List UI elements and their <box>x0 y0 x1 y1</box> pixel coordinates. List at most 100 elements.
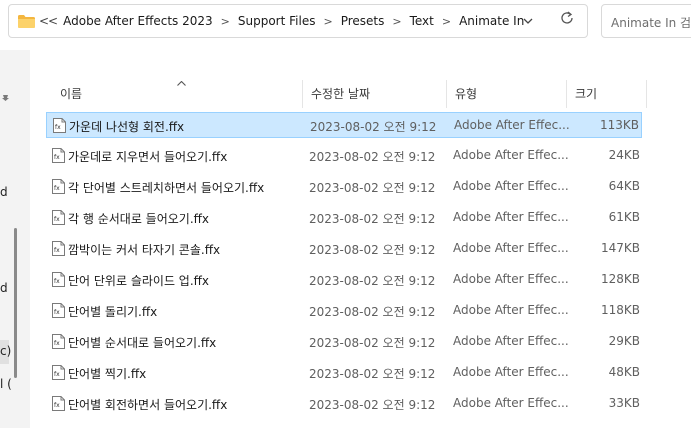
breadcrumb-item[interactable]: Support Files <box>238 14 316 28</box>
file-type: Adobe After Effec... <box>453 241 569 255</box>
breadcrumb-separator[interactable]: > <box>392 15 401 28</box>
column-headers: 이름 수정한 날짜 유형 크기 <box>30 80 691 108</box>
file-name: 단어별 돌리기.ffx <box>68 305 158 319</box>
file-row[interactable]: fx 각 단어별 스트레치하면서 들어오기.ffx 2023-08-02 오전 9:… <box>46 174 642 200</box>
search-input[interactable]: Animate In 검색 <box>601 4 691 38</box>
svg-text:fx: fx <box>55 124 61 131</box>
file-type: Adobe After Effec... <box>453 272 569 286</box>
svg-text:fx: fx <box>54 154 60 161</box>
column-header-date[interactable]: 수정한 날짜 <box>303 80 447 108</box>
file-row[interactable]: fx 단어별 회전하면서 들어오기.ffx 2023-08-02 오전 9:12 Ad… <box>46 391 642 417</box>
refresh-icon[interactable] <box>560 11 574 25</box>
file-name: 깜박이는 커서 타자기 콘솔.ffx <box>68 243 221 257</box>
file-date: 2023-08-02 오전 9:12 <box>309 367 436 381</box>
ffx-file-icon: fx <box>52 210 65 225</box>
svg-text:fx: fx <box>54 309 60 316</box>
ffx-file-icon: fx <box>52 303 65 318</box>
file-size: 128KB <box>600 272 640 286</box>
file-name: 단어별 회전하면서 들어오기.ffx <box>68 398 228 412</box>
file-row[interactable]: fx 단어별 돌리기.ffx 2023-08-02 오전 9:12 Adobe Aft… <box>46 298 642 324</box>
file-date: 2023-08-02 오전 9:12 <box>309 274 436 288</box>
file-type: Adobe After Effec... <box>453 396 569 410</box>
ffx-file-icon: fx <box>52 272 65 287</box>
file-name: 가운데 나선형 회전.ffx <box>69 120 185 134</box>
svg-text:fx: fx <box>54 185 60 192</box>
file-type: Adobe After Effec... <box>453 179 569 193</box>
pane-divider <box>18 50 30 428</box>
nav-item-label[interactable]: d <box>0 185 8 199</box>
file-type: Adobe After Effec... <box>453 210 569 224</box>
file-size: 33KB <box>608 396 640 410</box>
svg-text:fx: fx <box>54 216 60 223</box>
file-list: 이름 수정한 날짜 유형 크기 fx 가운데 나선형 회전.ffx 2023-08-… <box>30 50 691 428</box>
ffx-file-icon: fx <box>52 179 65 194</box>
file-type: Adobe After Effec... <box>453 148 569 162</box>
file-name: 단어별 순서대로 들어오기.ffx <box>68 336 217 350</box>
breadcrumb-item[interactable]: Presets <box>341 14 385 28</box>
ffx-file-icon: fx <box>52 365 65 380</box>
file-date: 2023-08-02 오전 9:12 <box>309 398 436 412</box>
breadcrumb-item[interactable]: Text <box>410 14 434 28</box>
navigation-pane: d d c) l ( <box>0 50 18 428</box>
file-type: Adobe After Effec... <box>453 334 569 348</box>
file-row[interactable]: fx 단어 단위로 슬라이드 업.ffx 2023-08-02 오전 9:12 Ado… <box>46 267 642 293</box>
ffx-file-icon: fx <box>53 118 66 133</box>
ffx-file-icon: fx <box>52 241 65 256</box>
file-name: 각 단어별 스트레치하면서 들어오기.ffx <box>68 181 265 195</box>
breadcrumb-overflow-button[interactable]: << <box>39 14 58 28</box>
file-row[interactable]: fx 단어별 찍기.ffx 2023-08-02 오전 9:12 Adobe Afte… <box>46 360 642 386</box>
svg-text:fx: fx <box>54 247 60 254</box>
file-size: 61KB <box>608 210 640 224</box>
file-name: 단어별 찍기.ffx <box>68 367 147 381</box>
column-header-size[interactable]: 크기 <box>567 80 647 108</box>
breadcrumb-separator[interactable]: > <box>442 15 451 28</box>
file-date: 2023-08-02 오전 9:12 <box>309 243 436 257</box>
pin-icon[interactable] <box>1 94 10 103</box>
svg-text:fx: fx <box>54 278 60 285</box>
file-type: Adobe After Effec... <box>454 118 570 132</box>
search-placeholder: Animate In 검색 <box>611 16 691 30</box>
file-size: 29KB <box>608 334 640 348</box>
column-header-type[interactable]: 유형 <box>447 80 567 108</box>
breadcrumb-separator[interactable]: > <box>323 15 332 28</box>
file-row[interactable]: fx 단어별 순서대로 들어오기.ffx 2023-08-02 오전 9:12 Ado… <box>46 329 642 355</box>
breadcrumb-item-current[interactable]: Animate In <box>459 14 524 28</box>
ffx-file-icon: fx <box>52 396 65 411</box>
file-date: 2023-08-02 오전 9:12 <box>309 336 436 350</box>
file-size: 147KB <box>600 241 640 255</box>
file-size: 64KB <box>608 179 640 193</box>
file-date: 2023-08-02 오전 9:12 <box>310 120 437 134</box>
svg-text:fx: fx <box>54 340 60 347</box>
file-type: Adobe After Effec... <box>453 303 569 317</box>
file-row[interactable]: fx 가운데로 지우면서 들어오기.ffx 2023-08-02 오전 9:12 Ad… <box>46 143 642 169</box>
folder-icon <box>18 15 35 28</box>
nav-scrollbar[interactable] <box>14 228 17 378</box>
nav-item-label[interactable]: c) <box>0 344 11 358</box>
column-header-name[interactable]: 이름 <box>52 80 303 108</box>
file-date: 2023-08-02 오전 9:12 <box>309 181 436 195</box>
svg-text:fx: fx <box>54 371 60 378</box>
file-name: 단어 단위로 슬라이드 업.ffx <box>68 274 210 288</box>
chevron-down-icon[interactable] <box>523 18 533 25</box>
svg-text:fx: fx <box>54 402 60 409</box>
nav-item-label[interactable]: d <box>0 281 8 295</box>
nav-item-label[interactable]: l ( <box>0 377 12 391</box>
file-row[interactable]: fx 각 행 순서대로 들어오기.ffx 2023-08-02 오전 9:12 Ado… <box>46 205 642 231</box>
breadcrumb-item[interactable]: Adobe After Effects 2023 <box>63 14 213 28</box>
file-size: 113KB <box>599 118 639 132</box>
ffx-file-icon: fx <box>52 148 65 163</box>
ffx-file-icon: fx <box>52 334 65 349</box>
file-row[interactable]: fx 가운데 나선형 회전.ffx 2023-08-02 오전 9:12 Adobe … <box>46 112 642 138</box>
file-row[interactable]: fx 깜박이는 커서 타자기 콘솔.ffx 2023-08-02 오전 9:12 Ad… <box>46 236 642 262</box>
file-size: 118KB <box>600 303 640 317</box>
file-size: 24KB <box>608 148 640 162</box>
file-date: 2023-08-02 오전 9:12 <box>309 212 436 226</box>
file-type: Adobe After Effec... <box>453 365 569 379</box>
breadcrumb-separator[interactable]: > <box>221 15 230 28</box>
file-date: 2023-08-02 오전 9:12 <box>309 305 436 319</box>
address-bar[interactable]: << Adobe After Effects 2023 > Support Fi… <box>8 4 588 38</box>
file-name: 가운데로 지우면서 들어오기.ffx <box>68 150 228 164</box>
file-name: 각 행 순서대로 들어오기.ffx <box>68 212 210 226</box>
breadcrumb: << Adobe After Effects 2023 > Support Fi… <box>39 14 524 28</box>
file-size: 48KB <box>608 365 640 379</box>
